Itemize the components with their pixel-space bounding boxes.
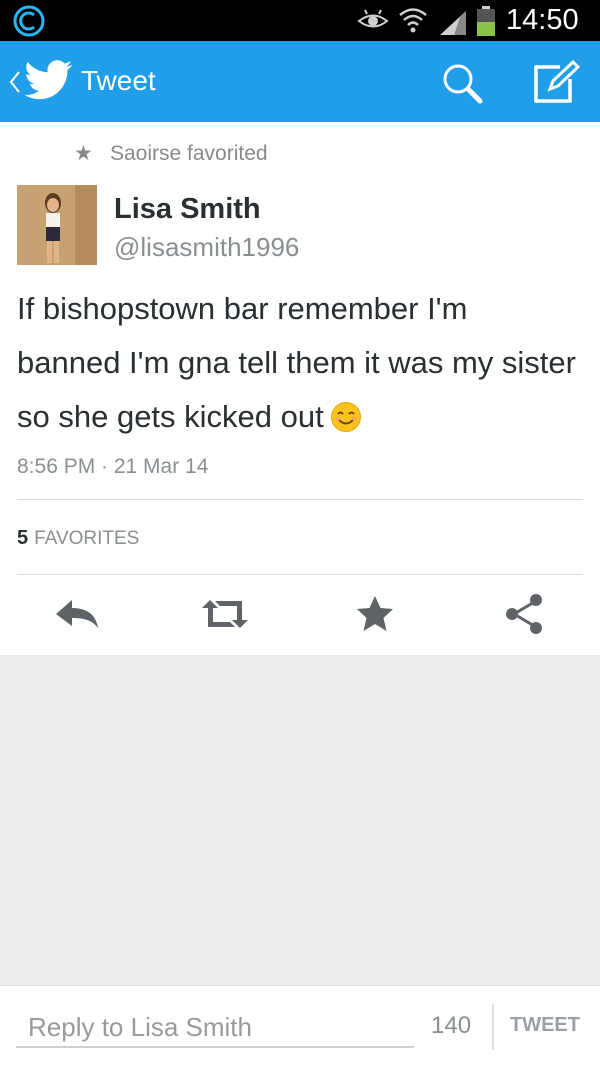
divider	[17, 574, 583, 575]
status-bar: 14:50	[0, 0, 600, 41]
back-chevron-icon[interactable]	[8, 68, 22, 96]
divider	[492, 1004, 494, 1050]
tweet-body: If bishopstown bar remember I'm banned I…	[17, 291, 576, 434]
compose-icon[interactable]	[530, 59, 580, 105]
eye-icon	[357, 9, 389, 28]
tweet-timestamp: 8:56 PM · 21 Mar 14	[17, 455, 209, 478]
status-time: 14:50	[506, 4, 579, 36]
tweet-text: If bishopstown bar remember I'm banned I…	[17, 282, 577, 444]
avatar-photo	[17, 185, 97, 265]
favorites-label: FAVORITES	[34, 528, 140, 549]
reply-icon[interactable]	[52, 592, 102, 636]
tweet-card: ★ Saoirse favorited Lisa Smith @lisasmith…	[0, 122, 600, 655]
favorites-count[interactable]: 5 FAVORITES	[17, 527, 139, 550]
battery-icon	[477, 6, 495, 36]
signal-icon	[440, 11, 466, 35]
page-title: Tweet	[81, 65, 156, 96]
author-handle[interactable]: @lisasmith1996	[114, 232, 299, 263]
star-icon: ★	[74, 142, 93, 165]
favorites-number: 5	[17, 527, 29, 549]
tweet-button[interactable]: TWEET	[510, 1014, 580, 1037]
char-count: 140	[431, 1012, 472, 1039]
retweet-icon[interactable]	[200, 592, 250, 636]
favorite-icon[interactable]	[350, 592, 400, 636]
avatar[interactable]	[17, 185, 97, 265]
empty-area	[0, 655, 600, 985]
favorited-by-label: Saoirse favorited	[110, 142, 268, 165]
share-icon[interactable]	[500, 592, 550, 636]
wifi-icon	[399, 8, 427, 33]
author-name[interactable]: Lisa Smith	[114, 193, 261, 226]
reply-bar: 140 TWEET	[0, 985, 600, 1067]
tweet-actions	[0, 592, 600, 652]
divider	[17, 499, 583, 500]
app-circle-icon	[13, 5, 45, 37]
twitter-bird-icon[interactable]	[24, 59, 74, 103]
action-bar: Tweet	[0, 41, 600, 122]
search-icon[interactable]	[440, 61, 484, 105]
reply-input[interactable]	[16, 1008, 414, 1048]
smiling-face-icon	[330, 402, 361, 432]
favorited-by: ★ Saoirse favorited	[74, 141, 268, 166]
